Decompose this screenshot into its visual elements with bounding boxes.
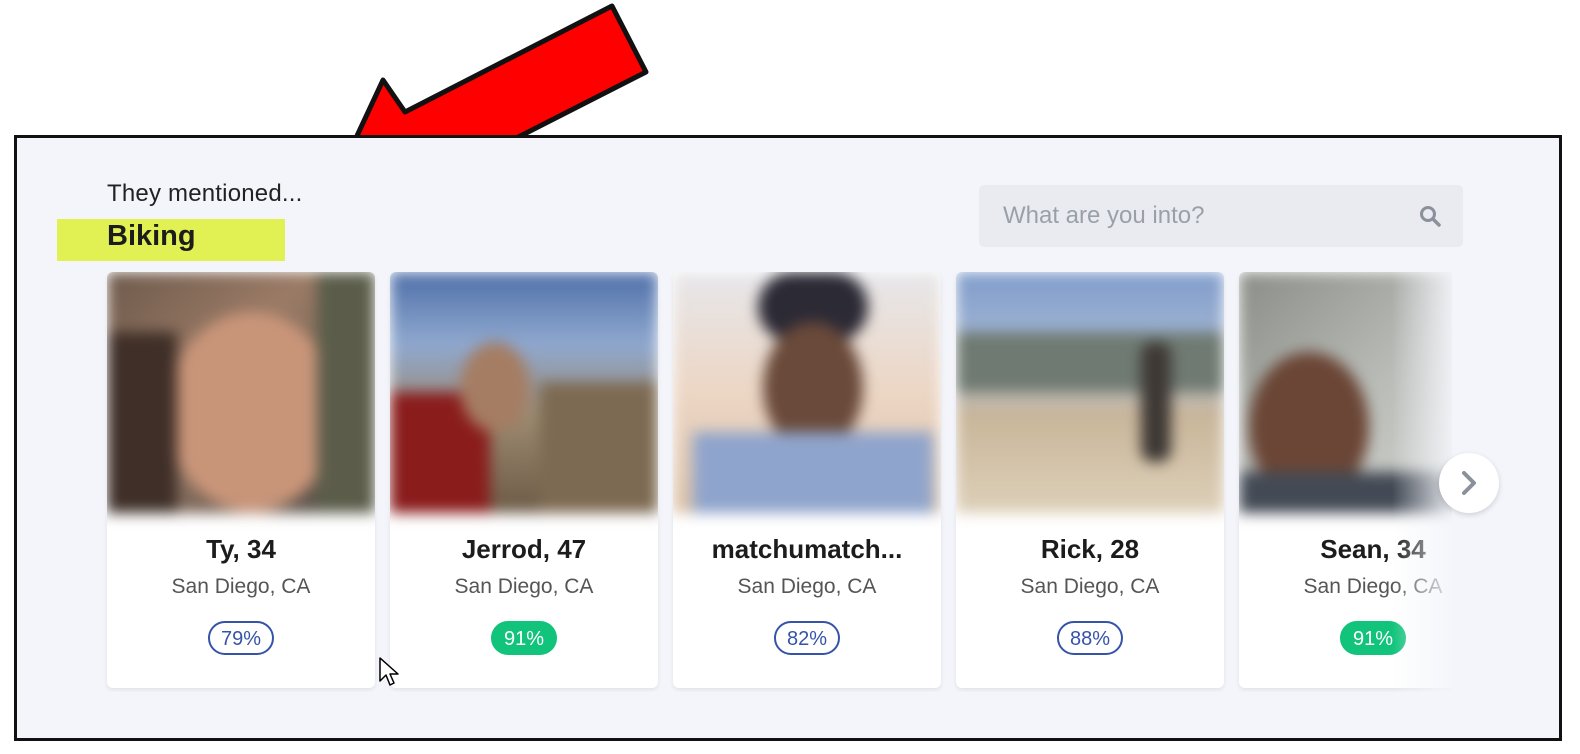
mouse-cursor xyxy=(379,657,399,686)
profile-location: San Diego, CA xyxy=(1303,575,1443,598)
match-percentage-badge: 91% xyxy=(490,621,558,655)
match-percentage-badge: 88% xyxy=(1056,621,1124,655)
profile-name[interactable]: Sean, 34 xyxy=(1239,534,1452,565)
carousel-next-button[interactable] xyxy=(1439,453,1499,513)
profile-name[interactable]: Jerrod, 47 xyxy=(390,534,658,565)
profile-photo[interactable] xyxy=(1239,272,1452,513)
profile-photo[interactable] xyxy=(956,272,1224,513)
interest-search-input[interactable] xyxy=(1001,201,1419,231)
profile-card[interactable]: Sean, 34 San Diego, CA 91% xyxy=(1239,272,1452,688)
profile-card[interactable]: matchumatch... San Diego, CA 82% xyxy=(673,272,941,688)
profile-card[interactable]: Jerrod, 47 San Diego, CA 91% xyxy=(390,272,658,688)
profile-location: San Diego, CA xyxy=(171,575,311,598)
interest-title: Biking xyxy=(107,220,196,252)
match-percentage-badge: 91% xyxy=(1339,621,1407,655)
profile-name[interactable]: Rick, 28 xyxy=(956,534,1224,565)
match-percentage-badge: 79% xyxy=(207,621,275,655)
interest-matches-panel: They mentioned... Biking Ty, 34 San Dieg… xyxy=(14,135,1562,741)
match-percentage-badge: 82% xyxy=(773,621,841,655)
chevron-right-icon xyxy=(1462,471,1476,495)
they-mentioned-label: They mentioned... xyxy=(107,180,303,207)
profile-photo[interactable] xyxy=(107,272,375,513)
profile-name[interactable]: Ty, 34 xyxy=(107,534,375,565)
profile-photo[interactable] xyxy=(673,272,941,513)
profile-card[interactable]: Ty, 34 San Diego, CA 79% xyxy=(107,272,375,688)
profile-name[interactable]: matchumatch... xyxy=(673,534,941,565)
profile-carousel: Ty, 34 San Diego, CA 79% Jerrod, 47 San … xyxy=(92,272,1452,692)
profile-location: San Diego, CA xyxy=(1020,575,1160,598)
profile-location: San Diego, CA xyxy=(454,575,594,598)
profile-card[interactable]: Rick, 28 San Diego, CA 88% xyxy=(956,272,1224,688)
profile-photo[interactable] xyxy=(390,272,658,513)
profile-location: San Diego, CA xyxy=(737,575,877,598)
interest-search-box[interactable] xyxy=(979,185,1463,247)
search-icon[interactable] xyxy=(1419,205,1441,227)
